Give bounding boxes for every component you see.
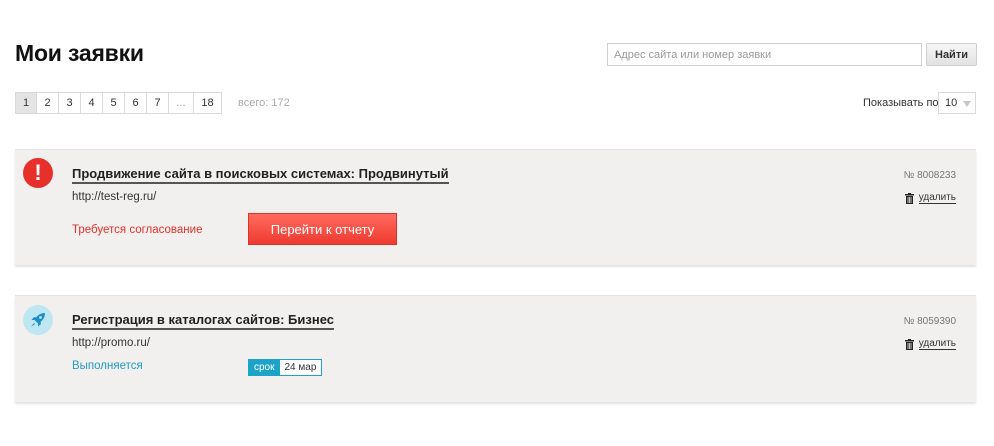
page-3-button[interactable]: 3 bbox=[59, 92, 81, 114]
go-to-report-button[interactable]: Перейти к отчету bbox=[248, 213, 397, 245]
per-page-value: 10 bbox=[945, 97, 958, 109]
status-text: Требуется согласование bbox=[72, 224, 203, 236]
page-7-button[interactable]: 7 bbox=[147, 92, 169, 114]
per-page-select[interactable]: 10 bbox=[938, 92, 976, 114]
page-2-button[interactable]: 2 bbox=[37, 92, 59, 114]
search-bar: Найти bbox=[607, 43, 977, 66]
delete-link[interactable]: удалить bbox=[904, 192, 956, 204]
order-title-link[interactable]: Регистрация в каталогах сайтов: Бизнес bbox=[72, 312, 334, 330]
order-url: http://promo.ru/ bbox=[72, 337, 150, 349]
order-number: № 8059390 bbox=[903, 316, 956, 327]
page-1-button[interactable]: 1 bbox=[15, 92, 37, 114]
pagination: 1 2 3 4 5 6 7 ... 18 bbox=[15, 92, 222, 114]
order-url: http://test-reg.ru/ bbox=[72, 191, 157, 203]
deadline-value: 24 мар bbox=[279, 360, 322, 375]
trash-icon bbox=[904, 338, 914, 350]
search-button[interactable]: Найти bbox=[926, 43, 977, 66]
order-title-link[interactable]: Продвижение сайта в поисковых системах: … bbox=[72, 166, 449, 184]
page-18-button[interactable]: 18 bbox=[194, 92, 222, 114]
delete-label: удалить bbox=[918, 338, 956, 350]
page-5-button[interactable]: 5 bbox=[103, 92, 125, 114]
total-count: всего: 172 bbox=[238, 97, 290, 109]
page-6-button[interactable]: 6 bbox=[125, 92, 147, 114]
delete-link[interactable]: удалить bbox=[904, 338, 956, 350]
rocket-icon bbox=[23, 305, 53, 335]
trash-icon bbox=[904, 192, 914, 204]
alert-icon: ! bbox=[23, 158, 53, 188]
page-4-button[interactable]: 4 bbox=[81, 92, 103, 114]
chevron-down-icon bbox=[963, 101, 971, 107]
deadline-badge: срок 24 мар bbox=[248, 359, 323, 376]
per-page-label: Показывать по bbox=[863, 97, 939, 109]
status-text: Выполняется bbox=[72, 360, 143, 372]
page-title: Мои заявки bbox=[15, 40, 144, 66]
deadline-label: срок bbox=[249, 360, 280, 375]
order-number: № 8008233 bbox=[903, 170, 956, 181]
search-input[interactable] bbox=[607, 43, 922, 66]
order-card: ! Продвижение сайта в поисковых системах… bbox=[15, 149, 976, 265]
delete-label: удалить bbox=[918, 192, 956, 204]
order-card: Регистрация в каталогах сайтов: Бизнес h… bbox=[15, 295, 976, 402]
page-ellipsis: ... bbox=[169, 92, 194, 114]
